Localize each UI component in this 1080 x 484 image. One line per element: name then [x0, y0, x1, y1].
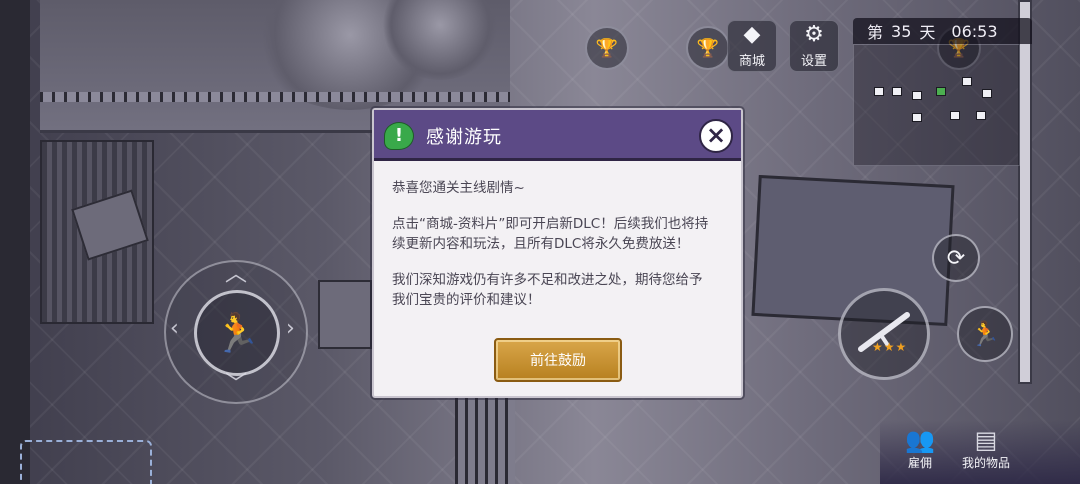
day-time-bar: 第 35 天 06:53	[853, 18, 1032, 44]
minimap-marker	[892, 87, 902, 96]
shop-label: 商城	[738, 54, 765, 69]
run-icon: 🏃	[213, 310, 261, 355]
day-prefix: 第	[867, 23, 884, 42]
dialog-title: 感谢游玩	[426, 127, 502, 148]
stairs	[455, 385, 515, 484]
diamond-icon: ◆	[743, 22, 761, 47]
minimap[interactable]	[853, 44, 1020, 166]
day-suffix: 天	[919, 23, 936, 42]
minimap-marker	[912, 91, 922, 100]
joystick-knob[interactable]: 🏃	[194, 290, 280, 376]
hire-label: 雇佣	[907, 456, 932, 470]
build-zone-marker	[20, 440, 152, 484]
minimap-player-marker	[936, 87, 946, 96]
dialog-header: ! 感谢游玩 ×	[374, 110, 741, 161]
minimap-marker	[982, 89, 992, 98]
minimap-marker	[912, 113, 922, 122]
minimap-marker	[976, 111, 986, 120]
run-icon: 🏃	[970, 320, 1000, 348]
chevron-left-icon: ‹	[170, 316, 179, 341]
refresh-icon: ⟳	[946, 245, 966, 271]
chat-exclamation-icon: !	[384, 122, 414, 150]
chevron-right-icon: ›	[286, 316, 295, 341]
gear-icon: ⚙	[804, 22, 824, 47]
pillar	[1018, 0, 1032, 384]
weapon-attack-button[interactable]	[838, 288, 930, 380]
dialog-body: 恭喜您通关主线剧情~ 点击“商城-资料片”即可开启新DLC！后续我们也将持续更新…	[392, 178, 714, 326]
minimap-marker	[962, 77, 972, 86]
close-icon: ×	[705, 121, 727, 149]
trophy-icon[interactable]: 🏆	[585, 26, 629, 70]
shop-button[interactable]: ◆ 商城	[727, 20, 777, 72]
sprint-button[interactable]: 🏃	[957, 306, 1013, 362]
congrats-text: 恭喜您通关主线剧情~	[392, 180, 525, 196]
fence	[40, 92, 510, 102]
hire-button[interactable]: 👥 雇佣	[896, 426, 944, 471]
swap-button[interactable]: ⟳	[932, 234, 980, 282]
chevron-up-icon: ︿	[225, 262, 248, 287]
thank-you-dialog: ! 感谢游玩 × 恭喜您通关主线剧情~ 点击“商城-资料片”即可开启新DLC！后…	[372, 108, 743, 398]
settings-button[interactable]: ⚙ 设置	[789, 20, 839, 72]
inventory-label: 我的物品	[961, 456, 1010, 470]
dlc-info-text: 点击“商城-资料片”即可开启新DLC！后续我们也将持续更新内容和玩法，且所有DL…	[392, 216, 709, 252]
game-clock: 06:53	[951, 21, 998, 41]
minimap-marker	[950, 111, 960, 120]
close-button[interactable]: ×	[699, 119, 733, 153]
rifle-icon	[858, 312, 910, 352]
inventory-button[interactable]: ▤ 我的物品	[952, 426, 1020, 471]
people-icon: 👥	[905, 426, 935, 454]
day-number: 35	[891, 21, 912, 41]
screen-edge	[0, 0, 30, 484]
feedback-request-text: 我们深知游戏仍有许多不足和改进之处，期待您给予我们宝贵的评价和建议！	[392, 272, 703, 308]
rarity-stars: ★★★	[872, 340, 908, 354]
encourage-button[interactable]: 前往鼓励	[494, 338, 622, 382]
chest-icon: ▤	[974, 426, 998, 454]
crate	[318, 280, 372, 349]
chevron-down-icon: ﹀	[225, 372, 248, 397]
movement-joystick[interactable]: ︿ ﹀ ‹ › 🏃	[164, 260, 308, 404]
settings-label: 设置	[800, 54, 827, 69]
trophy-icon[interactable]: 🏆	[686, 26, 730, 70]
minimap-marker	[874, 87, 884, 96]
